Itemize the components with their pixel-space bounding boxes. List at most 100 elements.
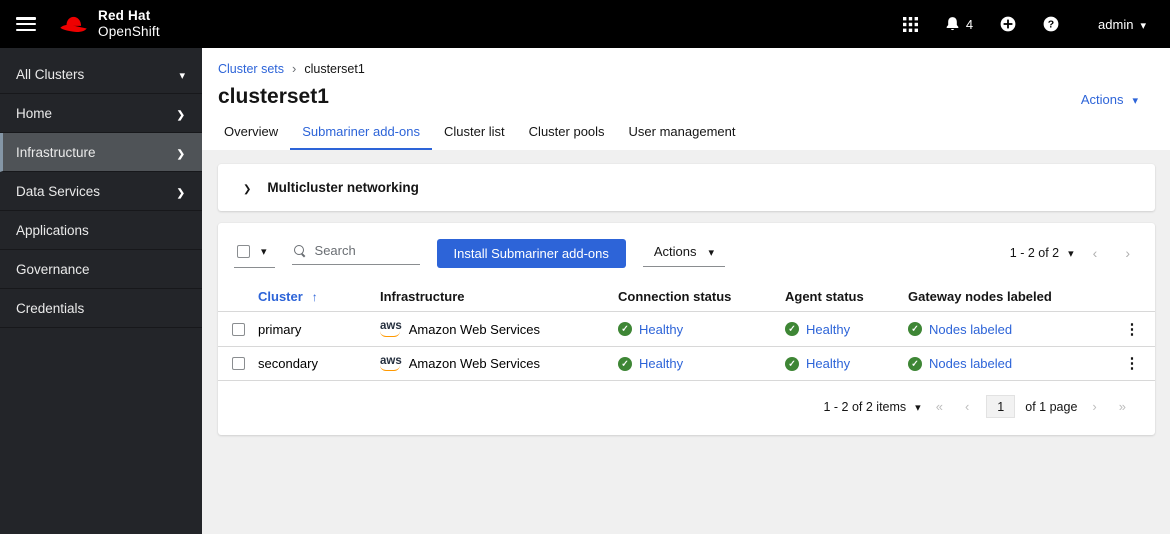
cluster-name: secondary bbox=[258, 356, 318, 371]
sidebar-item-home[interactable]: Home bbox=[0, 94, 202, 133]
user-menu[interactable]: admin bbox=[1098, 17, 1146, 32]
column-header-connection-status[interactable]: Connection status bbox=[618, 289, 785, 304]
aws-logo-icon: aws bbox=[380, 355, 402, 372]
items-range-label: 1 - 2 of 2 items bbox=[823, 399, 907, 414]
page-actions-dropdown[interactable]: Actions bbox=[1081, 92, 1138, 109]
plus-circle-icon bbox=[1000, 16, 1016, 32]
healthy-status-icon bbox=[785, 356, 799, 371]
provider-name: Amazon Web Services bbox=[408, 356, 541, 371]
table-toolbar: Install Submariner add-ons Actions 1 - 2… bbox=[218, 223, 1155, 281]
sidebar-item-infrastructure[interactable]: Infrastructure bbox=[0, 133, 202, 172]
chevron-right-icon bbox=[177, 184, 185, 199]
sidebar-item-credentials[interactable]: Credentials bbox=[0, 289, 202, 328]
row-kebab-menu-icon[interactable] bbox=[1125, 322, 1140, 337]
sidebar-item-label: Infrastructure bbox=[16, 144, 96, 160]
agent-status-link[interactable]: Healthy bbox=[806, 322, 850, 337]
nav-toggle-icon[interactable] bbox=[16, 17, 36, 31]
top-pagination-label: 1 - 2 of 2 bbox=[1009, 246, 1060, 260]
content-scroll-area: Multicluster networking Install Subma bbox=[202, 150, 1170, 534]
table-actions-dropdown[interactable]: Actions bbox=[642, 240, 726, 267]
expand-chevron-icon[interactable] bbox=[243, 179, 251, 197]
healthy-status-icon bbox=[908, 356, 922, 371]
bottom-pagination: 1 - 2 of 2 items « ‹ of 1 page › » bbox=[218, 381, 1155, 435]
select-all-checkbox[interactable] bbox=[237, 244, 250, 258]
sidebar-item-governance[interactable]: Governance bbox=[0, 250, 202, 289]
previous-page-button[interactable]: ‹ bbox=[958, 399, 976, 414]
masthead: Red Hat OpenShift 4 ? admin ▾ bbox=[0, 0, 1170, 48]
app-launcher-button[interactable] bbox=[902, 16, 918, 32]
top-pagination-menu[interactable]: 1 - 2 of 2 bbox=[1010, 246, 1074, 260]
create-button[interactable] bbox=[1000, 16, 1016, 32]
caret-down-icon bbox=[1132, 92, 1138, 107]
items-per-page-menu[interactable]: 1 - 2 of 2 items bbox=[823, 400, 920, 414]
caret-down-icon bbox=[1140, 17, 1146, 32]
openshift-console: Red Hat OpenShift 4 ? admin ▾ All Cluste… bbox=[0, 0, 1170, 534]
next-page-button[interactable]: › bbox=[1085, 399, 1103, 414]
provider-name: Amazon Web Services bbox=[408, 321, 541, 337]
clusters-table: Cluster Infrastructure Connection status… bbox=[218, 281, 1155, 381]
expandable-section-title: Multicluster networking bbox=[267, 180, 419, 195]
caret-down-icon bbox=[1068, 246, 1074, 260]
sidebar-item-label: Data Services bbox=[16, 183, 101, 199]
brand-text: Red Hat OpenShift bbox=[98, 8, 160, 39]
tab-cluster-list[interactable]: Cluster list bbox=[432, 119, 517, 150]
main-content: Cluster sets clusterset1 clusterset1 Act… bbox=[202, 48, 1170, 534]
search-input[interactable] bbox=[314, 243, 405, 258]
gateway-nodes-link[interactable]: Nodes labeled bbox=[929, 322, 1012, 337]
row-checkbox[interactable] bbox=[231, 357, 245, 370]
search-icon bbox=[293, 244, 306, 257]
page-header: Cluster sets clusterset1 clusterset1 Act… bbox=[202, 48, 1170, 150]
install-submariner-button[interactable]: Install Submariner add-ons bbox=[436, 238, 626, 268]
connection-status-link[interactable]: Healthy bbox=[639, 356, 683, 371]
gateway-nodes-link[interactable]: Nodes labeled bbox=[929, 356, 1012, 371]
row-checkbox[interactable] bbox=[231, 322, 245, 336]
healthy-status-icon bbox=[785, 322, 799, 336]
tab-submariner-add-ons[interactable]: Submariner add-ons bbox=[290, 119, 432, 150]
caret-down-icon bbox=[261, 242, 267, 260]
row-kebab-menu-icon[interactable] bbox=[1125, 356, 1140, 371]
column-header-cluster[interactable]: Cluster bbox=[258, 289, 380, 304]
first-page-button[interactable]: « bbox=[929, 399, 950, 414]
table-row-secondary: secondary aws Amazon Web Services Health… bbox=[218, 346, 1155, 381]
caret-down-icon bbox=[915, 400, 921, 414]
page-title: clusterset1 bbox=[218, 85, 329, 108]
current-page-input[interactable] bbox=[986, 395, 1016, 418]
last-page-button[interactable]: » bbox=[1112, 399, 1133, 414]
page-count-label: of 1 page bbox=[1025, 399, 1078, 414]
tab-cluster-pools[interactable]: Cluster pools bbox=[517, 119, 617, 150]
previous-page-button[interactable]: ‹ bbox=[1084, 245, 1107, 261]
brand-product: OpenShift bbox=[98, 24, 160, 39]
bulk-select-dropdown[interactable] bbox=[234, 238, 275, 268]
tab-user-management[interactable]: User management bbox=[617, 119, 748, 150]
connection-status-link[interactable]: Healthy bbox=[639, 322, 683, 337]
page-actions-label: Actions bbox=[1080, 92, 1124, 107]
breadcrumb-current: clusterset1 bbox=[304, 61, 365, 76]
caret-down-icon bbox=[709, 244, 715, 259]
table-actions-label: Actions bbox=[653, 243, 697, 259]
bell-icon bbox=[946, 17, 959, 31]
chevron-right-icon bbox=[177, 145, 185, 160]
healthy-status-icon bbox=[908, 322, 922, 336]
caret-down-icon bbox=[179, 67, 185, 82]
column-header-agent-status[interactable]: Agent status bbox=[785, 289, 908, 304]
svg-text:?: ? bbox=[1048, 19, 1054, 31]
sidebar-item-data-services[interactable]: Data Services bbox=[0, 172, 202, 211]
tab-bar: Overview Submariner add-ons Cluster list… bbox=[202, 109, 1170, 150]
agent-status-link[interactable]: Healthy bbox=[806, 356, 850, 371]
tab-overview[interactable]: Overview bbox=[212, 119, 290, 150]
notifications-button[interactable]: 4 bbox=[945, 16, 973, 32]
cluster-context-switcher[interactable]: All Clusters bbox=[0, 55, 202, 94]
sidebar-nav: All Clusters Home Infrastructure Data Se… bbox=[0, 48, 202, 534]
username: admin bbox=[1098, 16, 1134, 32]
help-button[interactable]: ? bbox=[1043, 16, 1059, 32]
breadcrumb-link-cluster-sets[interactable]: Cluster sets bbox=[218, 62, 284, 76]
sidebar-item-applications[interactable]: Applications bbox=[0, 211, 202, 250]
top-pagination: 1 - 2 of 2 ‹ › bbox=[1010, 245, 1139, 261]
column-header-gateway-nodes[interactable]: Gateway nodes labeled bbox=[908, 289, 1109, 304]
column-header-infrastructure[interactable]: Infrastructure bbox=[380, 289, 618, 304]
next-page-button[interactable]: › bbox=[1116, 245, 1139, 261]
multicluster-networking-expandable[interactable]: Multicluster networking bbox=[218, 164, 1155, 211]
sidebar-item-label: Home bbox=[16, 105, 53, 121]
notification-count: 4 bbox=[965, 16, 974, 32]
search-box bbox=[291, 241, 420, 265]
